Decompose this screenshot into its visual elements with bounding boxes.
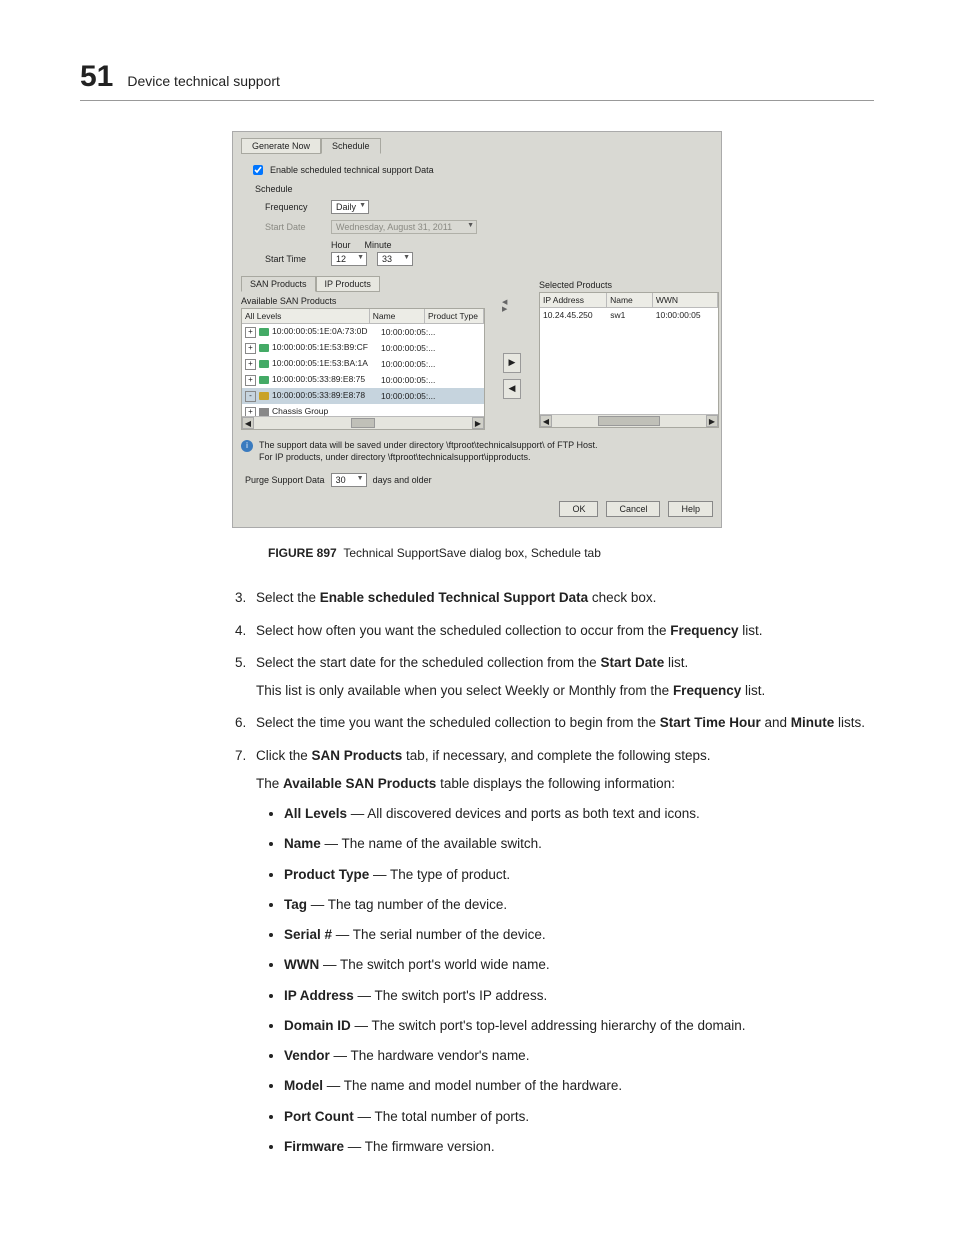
- schedule-heading: Schedule: [255, 184, 713, 194]
- minute-label: Minute: [365, 240, 392, 250]
- switch-icon: [259, 392, 269, 400]
- scroll-thumb[interactable]: [351, 418, 375, 428]
- tab-schedule[interactable]: Schedule: [321, 138, 381, 154]
- col-name[interactable]: Name: [370, 309, 425, 323]
- start-time-label: Start Time: [265, 254, 321, 264]
- info-text: The support data will be saved under dir…: [259, 440, 598, 463]
- col-ip-address[interactable]: IP Address: [540, 293, 607, 307]
- purge-days-select[interactable]: 30: [331, 473, 367, 487]
- field-descriptions: All Levels — All discovered devices and …: [256, 804, 874, 1157]
- table-row[interactable]: 10.24.45.250 sw1 10:00:00:05: [540, 308, 718, 322]
- step-4: Select how often you want the scheduled …: [250, 621, 874, 641]
- tab-ip-products[interactable]: IP Products: [316, 276, 380, 292]
- hour-select[interactable]: 12: [331, 252, 367, 266]
- tab-san-products[interactable]: SAN Products: [241, 276, 316, 292]
- splitter-icon[interactable]: ◀▶: [502, 299, 507, 313]
- available-products-table[interactable]: All Levels Name Product Type +10:00:00:0…: [241, 308, 485, 430]
- table-row[interactable]: +10:00:00:05:1E:53:B9:CF 10:00:00:05:...: [242, 340, 484, 356]
- table-row[interactable]: +10:00:00:05:33:89:E8:75 10:00:00:05:...: [242, 372, 484, 388]
- selected-products-table[interactable]: IP Address Name WWN 10.24.45.250 sw1 10:…: [539, 292, 719, 428]
- figure-caption: FIGURE 897 Technical SupportSave dialog …: [268, 546, 874, 560]
- col-sel-name[interactable]: Name: [607, 293, 653, 307]
- scroll-left-icon[interactable]: ◀: [540, 415, 552, 427]
- step-3: Select the Enable scheduled Technical Su…: [250, 588, 874, 608]
- h-scrollbar[interactable]: ◀ ▶: [540, 414, 718, 427]
- minute-select[interactable]: 33: [377, 252, 413, 266]
- table-row[interactable]: +10:00:00:05:1E:53:BA:1A 10:00:00:05:...: [242, 356, 484, 372]
- help-button[interactable]: Help: [668, 501, 713, 517]
- selected-title: Selected Products: [539, 280, 719, 290]
- tab-generate-now[interactable]: Generate Now: [241, 138, 321, 154]
- chapter-number: 51: [80, 60, 113, 94]
- col-product-type[interactable]: Product Type: [425, 309, 484, 323]
- scroll-thumb[interactable]: [598, 416, 660, 426]
- start-date-label: Start Date: [265, 222, 321, 232]
- col-all-levels[interactable]: All Levels: [242, 309, 370, 323]
- table-row[interactable]: +10:00:00:05:1E:0A:73:0D 10:00:00:05:...: [242, 324, 484, 340]
- step-7: Click the SAN Products tab, if necessary…: [250, 746, 874, 1158]
- frequency-label: Frequency: [265, 202, 321, 212]
- table-row[interactable]: -10:00:00:05:33:89:E8:78 10:00:00:05:...: [242, 388, 484, 404]
- step-6: Select the time you want the scheduled c…: [250, 713, 874, 733]
- info-icon: i: [241, 440, 253, 452]
- instruction-steps: Select the Enable scheduled Technical Su…: [80, 588, 874, 1157]
- switch-icon: [259, 328, 269, 336]
- switch-icon: [259, 360, 269, 368]
- available-title: Available SAN Products: [241, 296, 485, 306]
- dialog-figure: Generate Now Schedule Enable scheduled t…: [232, 131, 722, 528]
- hour-label: Hour: [331, 240, 351, 250]
- col-wwn[interactable]: WWN: [653, 293, 718, 307]
- cancel-button[interactable]: Cancel: [606, 501, 660, 517]
- enable-scheduled-label: Enable scheduled technical support Data: [270, 165, 434, 175]
- step-5: Select the start date for the scheduled …: [250, 653, 874, 702]
- scroll-right-icon[interactable]: ▶: [472, 417, 484, 429]
- purge-suffix: days and older: [373, 475, 432, 485]
- add-button[interactable]: ▶: [503, 353, 521, 373]
- chassis-icon: [259, 408, 269, 416]
- purge-label: Purge Support Data: [245, 475, 325, 485]
- h-scrollbar[interactable]: ◀ ▶: [242, 416, 484, 429]
- ok-button[interactable]: OK: [559, 501, 598, 517]
- remove-button[interactable]: ◀: [503, 379, 521, 399]
- frequency-select[interactable]: Daily: [331, 200, 369, 214]
- enable-scheduled-checkbox[interactable]: [253, 165, 263, 175]
- start-date-select: Wednesday, August 31, 2011: [331, 220, 477, 234]
- top-tabs: Generate Now Schedule: [241, 138, 713, 154]
- scroll-left-icon[interactable]: ◀: [242, 417, 254, 429]
- page-header: 51 Device technical support: [80, 60, 874, 101]
- chapter-title: Device technical support: [127, 73, 280, 89]
- scroll-right-icon[interactable]: ▶: [706, 415, 718, 427]
- switch-icon: [259, 344, 269, 352]
- switch-icon: [259, 376, 269, 384]
